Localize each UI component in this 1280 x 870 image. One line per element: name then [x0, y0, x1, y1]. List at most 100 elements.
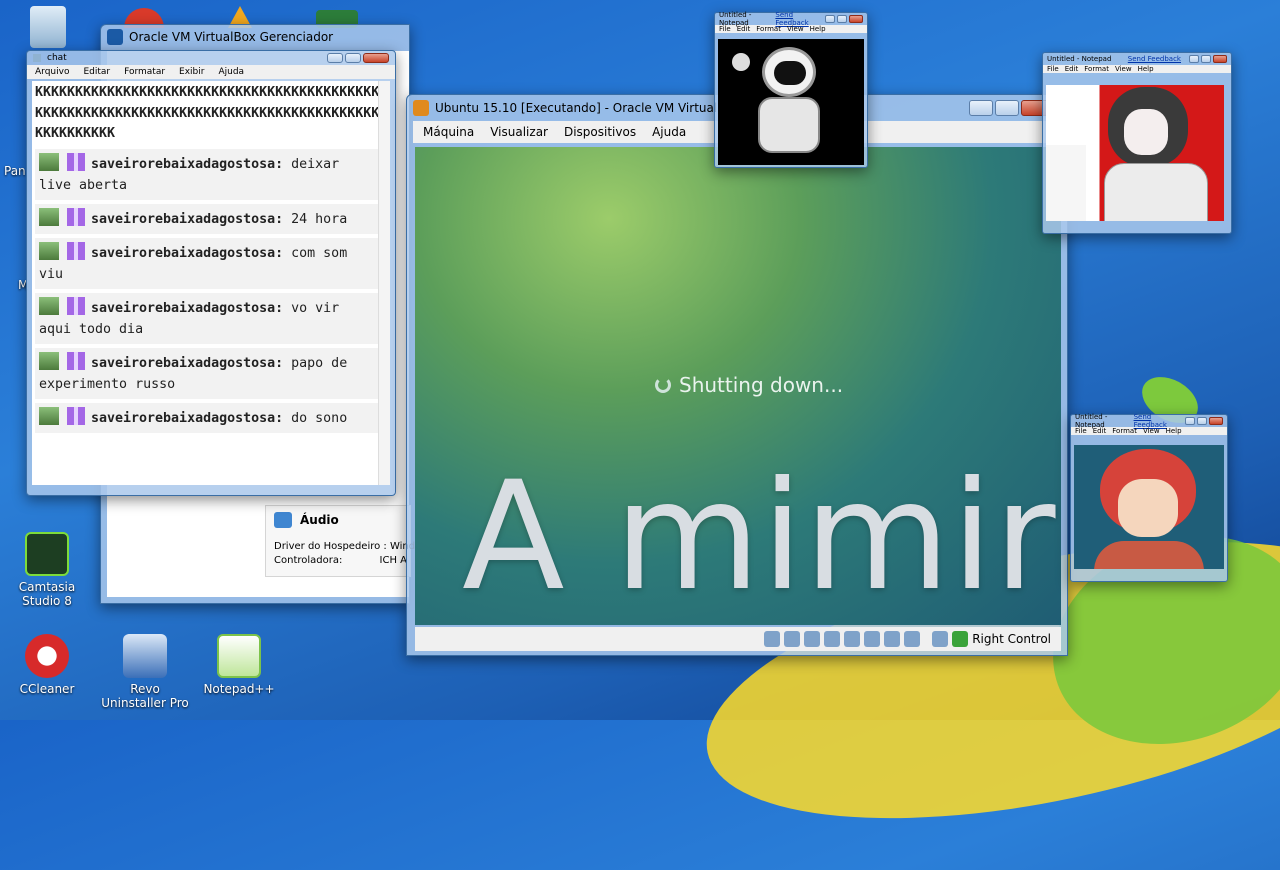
close-button[interactable]: [849, 15, 863, 23]
mouse-integration-icon[interactable]: [932, 631, 949, 647]
chat-message: saveirorebaixadagostosa: deixar live abe…: [35, 148, 381, 200]
speaker-icon: [274, 512, 292, 528]
menu-maquina[interactable]: Máquina: [423, 125, 474, 139]
notepad-titlebar[interactable]: Untitled - Notepad Send Feedback: [1071, 413, 1227, 429]
vm-statusbar: Right Control: [415, 627, 1061, 651]
menu-visualizar[interactable]: Visualizar: [490, 125, 548, 139]
minimize-button[interactable]: [825, 15, 835, 23]
chat-text-area[interactable]: KKKKKKKKKKKKKKKKKKKKKKKKKKKKKKKKKKKKKKKK…: [32, 81, 390, 485]
notepad-icon: [33, 54, 41, 62]
menu-file[interactable]: File: [1075, 427, 1087, 435]
maximize-button[interactable]: [995, 100, 1019, 116]
chat-message-text: do sono: [291, 410, 348, 426]
menu-ajuda[interactable]: Ajuda: [218, 67, 244, 77]
menu-edit[interactable]: Edit: [1065, 65, 1079, 73]
menu-format[interactable]: Format: [756, 25, 781, 33]
chat-scrollbar[interactable]: [378, 81, 390, 485]
notepad-menubar: File Edit Format View Help: [715, 25, 867, 33]
notepad-window-anime-girl[interactable]: Untitled - Notepad Send Feedback File Ed…: [1042, 52, 1232, 234]
vm-title: Ubuntu 15.10 [Executando] - Oracle VM Vi…: [435, 101, 740, 115]
maximize-button[interactable]: [837, 15, 847, 23]
usb-icon[interactable]: [844, 631, 861, 647]
chat-menubar: Arquivo Editar Formatar Exibir Ajuda: [27, 65, 395, 79]
gift-badge-icon: [67, 406, 85, 425]
chat-username: saveirorebaixadagostosa:: [91, 410, 284, 426]
minimize-button[interactable]: [327, 53, 343, 63]
close-button[interactable]: [363, 53, 389, 63]
host-key-label: Right Control: [972, 632, 1051, 646]
notepad-window-astronaut[interactable]: Untitled - Notepad Send Feedback File Ed…: [714, 11, 868, 168]
network-icon[interactable]: [824, 631, 841, 647]
menu-help[interactable]: Help: [810, 25, 826, 33]
maximize-button[interactable]: [1201, 55, 1211, 63]
revo-desktop-icon[interactable]: Revo Uninstaller Pro: [100, 634, 190, 710]
audio-icon[interactable]: [804, 631, 821, 647]
red-hair-boy-image: [1074, 445, 1224, 569]
chat-message: saveirorebaixadagostosa: do sono: [35, 402, 381, 433]
menu-format[interactable]: Format: [1084, 65, 1109, 73]
revo-label: Revo Uninstaller Pro: [101, 682, 189, 710]
hard-disk-icon[interactable]: [764, 631, 781, 647]
manager-titlebar[interactable]: Oracle VM VirtualBox Gerenciador: [101, 25, 409, 49]
gift-badge-icon: [67, 207, 85, 226]
loading-spinner-icon: [655, 377, 671, 393]
avatar: [39, 351, 59, 370]
chat-username: saveirorebaixadagostosa:: [91, 156, 284, 172]
menu-exibir[interactable]: Exibir: [179, 67, 204, 77]
chat-message: saveirorebaixadagostosa: vo vir aqui tod…: [35, 292, 381, 344]
minimize-button[interactable]: [969, 100, 993, 116]
menu-arquivo[interactable]: Arquivo: [35, 67, 69, 77]
gift-badge-icon: [67, 241, 85, 260]
close-button[interactable]: [1209, 417, 1223, 425]
notepadpp-desktop-icon[interactable]: Notepad++: [194, 634, 284, 696]
menu-help[interactable]: Help: [1166, 427, 1182, 435]
menu-edit[interactable]: Edit: [737, 25, 751, 33]
send-feedback-link[interactable]: Send Feedback: [1128, 55, 1181, 63]
chat-titlebar[interactable]: chat: [27, 51, 395, 65]
notepadpp-label: Notepad++: [203, 682, 275, 696]
notepad-window-red-hair-boy[interactable]: Untitled - Notepad Send Feedback File Ed…: [1070, 413, 1228, 582]
shutdown-status: Shutting down...: [655, 373, 843, 397]
menu-file[interactable]: File: [719, 25, 731, 33]
notepad-titlebar[interactable]: Untitled - Notepad Send Feedback: [1043, 53, 1231, 65]
chat-message: saveirorebaixadagostosa: 24 hora: [35, 203, 381, 234]
video-capture-icon[interactable]: [904, 631, 921, 647]
maximize-button[interactable]: [1197, 417, 1207, 425]
minimize-button[interactable]: [1189, 55, 1199, 63]
menu-edit[interactable]: Edit: [1093, 427, 1107, 435]
menu-view[interactable]: View: [787, 25, 804, 33]
ccleaner-desktop-icon[interactable]: CCleaner: [2, 634, 92, 696]
shared-folder-icon[interactable]: [864, 631, 881, 647]
notepad-menubar: File Edit Format View Help: [1043, 65, 1231, 73]
camtasia-desktop-icon[interactable]: Camtasia Studio 8: [2, 532, 92, 608]
notepad-titlebar[interactable]: Untitled - Notepad Send Feedback: [715, 11, 867, 27]
menu-dispositivos[interactable]: Dispositivos: [564, 125, 636, 139]
close-button[interactable]: [1213, 55, 1227, 63]
menu-view[interactable]: View: [1143, 427, 1160, 435]
menu-format[interactable]: Format: [1112, 427, 1137, 435]
menu-view[interactable]: View: [1115, 65, 1132, 73]
virtualbox-icon: [107, 29, 123, 45]
avatar: [39, 152, 59, 171]
audio-driver-label: Driver do Hospedeiro :: [274, 541, 387, 552]
optical-drive-icon[interactable]: [784, 631, 801, 647]
virtualbox-icon: [413, 100, 429, 116]
display-icon[interactable]: [884, 631, 901, 647]
menu-file[interactable]: File: [1047, 65, 1059, 73]
menu-editar[interactable]: Editar: [83, 67, 110, 77]
menu-ajuda[interactable]: Ajuda: [652, 125, 686, 139]
menu-help[interactable]: Help: [1138, 65, 1154, 73]
audio-details-panel: Áudio Driver do Hospedeiro : Wind Contro…: [265, 505, 415, 577]
menu-formatar[interactable]: Formatar: [124, 67, 165, 77]
chat-username: saveirorebaixadagostosa:: [91, 245, 284, 261]
gift-badge-icon: [67, 296, 85, 315]
overlay-caption: A mimir: [462, 450, 1057, 624]
recycle-bin-icon[interactable]: [30, 6, 66, 48]
avatar: [39, 296, 59, 315]
gift-badge-icon: [67, 351, 85, 370]
notepad-menubar: File Edit Format View Help: [1071, 427, 1227, 435]
minimize-button[interactable]: [1185, 417, 1195, 425]
maximize-button[interactable]: [345, 53, 361, 63]
chat-notepad-window[interactable]: chat Arquivo Editar Formatar Exibir Ajud…: [26, 50, 396, 496]
manager-title: Oracle VM VirtualBox Gerenciador: [129, 30, 334, 44]
